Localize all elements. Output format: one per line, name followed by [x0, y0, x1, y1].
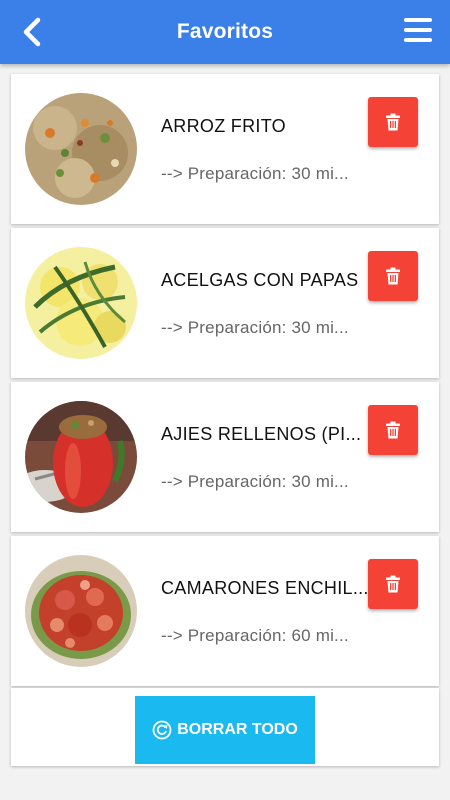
- recipe-prep-time: --> Preparación: 30 mi...: [161, 318, 349, 337]
- recipe-image-fried-rice: [25, 93, 137, 205]
- trash-icon: [386, 421, 400, 439]
- favorite-item[interactable]: AJIES RELLENOS (PI... --> Preparación: 3…: [11, 382, 439, 532]
- favorite-item[interactable]: CAMARONES ENCHIL... --> Preparación: 60 …: [11, 536, 439, 686]
- recipe-name: AJIES RELLENOS (PI...: [161, 424, 362, 444]
- refresh-circle-icon: [152, 720, 172, 740]
- favorites-list: ARROZ FRITO --> Preparación: 30 mi... AC…: [11, 74, 439, 690]
- favorite-item[interactable]: ACELGAS CON PAPAS --> Preparación: 30 mi…: [11, 228, 439, 378]
- hamburger-menu-icon: [404, 18, 434, 42]
- clear-all-label: BORRAR TODO: [177, 721, 298, 738]
- recipe-name: CAMARONES ENCHIL...: [161, 578, 369, 598]
- trash-icon: [386, 267, 400, 285]
- delete-favorite-button[interactable]: [368, 251, 418, 301]
- trash-icon: [386, 113, 400, 131]
- chevron-left-icon: [23, 17, 41, 47]
- delete-favorite-button[interactable]: [368, 97, 418, 147]
- trash-icon: [386, 575, 400, 593]
- recipe-image-spicy-shrimp: [25, 555, 137, 667]
- recipe-image-stuffed-peppers: [25, 401, 137, 513]
- app-bar: Favoritos: [0, 0, 450, 64]
- recipe-prep-time: --> Preparación: 30 mi...: [161, 164, 349, 183]
- recipe-name: ARROZ FRITO: [161, 116, 286, 136]
- back-button[interactable]: [14, 14, 50, 50]
- footer-card: BORRAR TODO: [11, 688, 439, 766]
- recipe-name: ACELGAS CON PAPAS: [161, 270, 359, 290]
- recipe-prep-time: --> Preparación: 60 mi...: [161, 626, 349, 645]
- clear-all-button[interactable]: BORRAR TODO: [135, 696, 315, 764]
- favorite-item[interactable]: ARROZ FRITO --> Preparación: 30 mi...: [11, 74, 439, 224]
- recipe-prep-time: --> Preparación: 30 mi...: [161, 472, 349, 491]
- delete-favorite-button[interactable]: [368, 559, 418, 609]
- page-title: Favoritos: [176, 20, 274, 43]
- delete-favorite-button[interactable]: [368, 405, 418, 455]
- recipe-image-chard-with-potatoes: [25, 247, 137, 359]
- menu-button[interactable]: [404, 18, 434, 46]
